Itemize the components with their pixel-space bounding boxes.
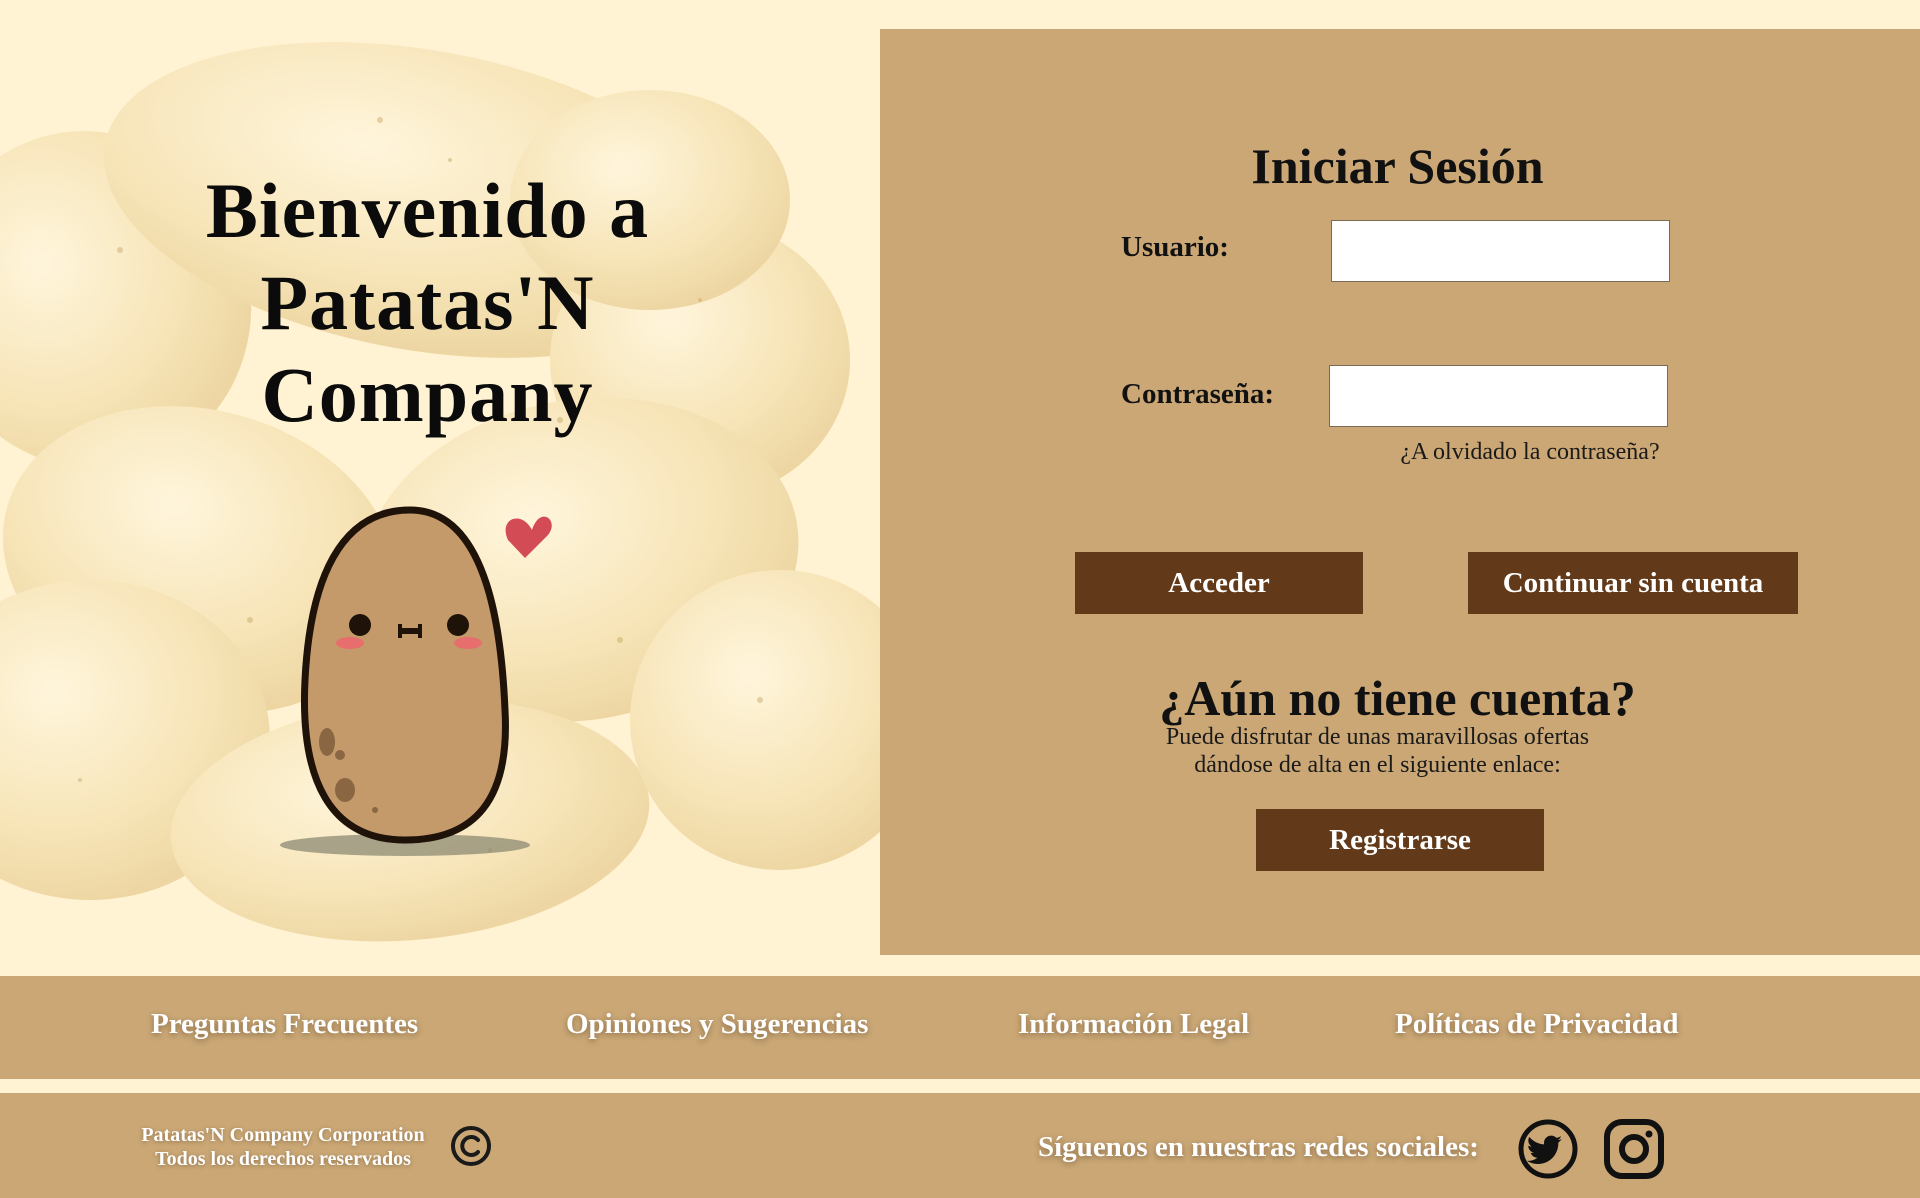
copyright-icon <box>451 1126 491 1166</box>
login-button[interactable]: Acceder <box>1075 552 1363 614</box>
login-panel: Iniciar Sesión Usuario: Contraseña: ¿A o… <box>880 29 1920 955</box>
footer-nav: Preguntas Frecuentes Opiniones y Sugeren… <box>0 976 1920 1079</box>
password-input[interactable] <box>1329 365 1668 427</box>
twitter-icon <box>1518 1119 1578 1179</box>
potato-mascot-image <box>280 506 552 856</box>
welcome-title-line1: Bienvenido a <box>205 167 650 254</box>
page: Bienvenido a Patatas'N Company Iniciar S… <box>0 0 1920 1198</box>
instagram-icon <box>1604 1119 1664 1179</box>
register-button[interactable]: Registrarse <box>1256 809 1544 871</box>
no-account-title: ¿Aún no tiene cuenta? <box>1159 670 1636 726</box>
company-name: Patatas'N Company Corporation <box>141 1124 425 1146</box>
footer-link-faq[interactable]: Preguntas Frecuentes <box>151 1008 418 1041</box>
username-input[interactable] <box>1331 220 1670 282</box>
login-title: Iniciar Sesión <box>1251 138 1544 194</box>
rights-reserved: Todos los derechos reservados <box>155 1148 411 1170</box>
instagram-link[interactable] <box>1603 1118 1665 1180</box>
footer-link-opinions[interactable]: Opiniones y Sugerencias <box>566 1008 868 1041</box>
signup-description-line1: Puede disfrutar de unas maravillosas ofe… <box>1165 724 1590 750</box>
welcome-title: Bienvenido a Patatas'N Company <box>70 165 785 441</box>
password-label: Contraseña: <box>1121 378 1275 410</box>
social-label: Síguenos en nuestras redes sociales: <box>1038 1131 1479 1163</box>
forgot-password-link[interactable]: ¿A olvidado la contraseña? <box>1360 439 1700 466</box>
signup-description-line2: dándose de alta en el siguiente enlace: <box>1194 752 1561 778</box>
twitter-link[interactable] <box>1517 1118 1579 1180</box>
copyright-text: Patatas'N Company Corporation Todos los … <box>138 1123 428 1171</box>
welcome-title-line2: Patatas'N <box>260 259 595 346</box>
footer-link-legal[interactable]: Información Legal <box>1018 1008 1249 1041</box>
footer-link-privacy[interactable]: Políticas de Privacidad <box>1395 1008 1679 1041</box>
welcome-title-line3: Company <box>261 351 594 438</box>
hero-section: Bienvenido a Patatas'N Company <box>0 0 880 975</box>
footer-bottom: Patatas'N Company Corporation Todos los … <box>0 1093 1920 1198</box>
username-label: Usuario: <box>1121 231 1229 263</box>
signup-description: Puede disfrutar de unas maravillosas ofe… <box>1110 723 1645 779</box>
continue-without-account-button[interactable]: Continuar sin cuenta <box>1468 552 1798 614</box>
